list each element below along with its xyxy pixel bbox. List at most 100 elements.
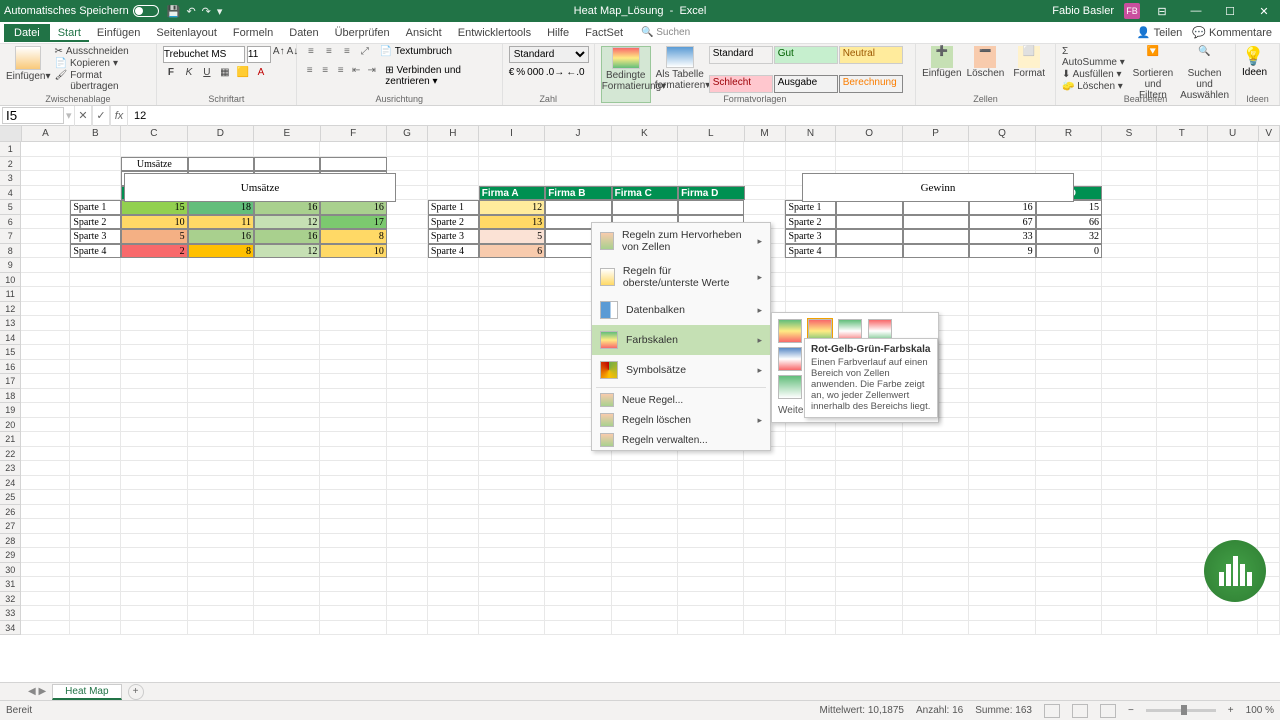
cell-U19[interactable]	[1208, 403, 1259, 418]
cell-A10[interactable]	[21, 273, 70, 288]
cell-T9[interactable]	[1157, 258, 1208, 273]
cell-V25[interactable]	[1258, 490, 1280, 505]
cell-I20[interactable]	[479, 418, 545, 433]
cell-F17[interactable]	[320, 374, 386, 389]
cell-G20[interactable]	[387, 418, 428, 433]
cell-V21[interactable]	[1258, 432, 1280, 447]
cell-V6[interactable]	[1258, 215, 1280, 230]
cell-L32[interactable]	[678, 592, 744, 607]
cell-A26[interactable]	[21, 505, 70, 520]
cell-E13[interactable]	[254, 316, 320, 331]
cell-T21[interactable]	[1157, 432, 1208, 447]
cell-N10[interactable]	[786, 273, 837, 288]
cell-V28[interactable]	[1258, 534, 1280, 549]
cell-U23[interactable]	[1208, 461, 1259, 476]
cell-H20[interactable]	[428, 418, 479, 433]
cell-U4[interactable]	[1208, 186, 1259, 201]
cell-E24[interactable]	[254, 476, 320, 491]
cell-D18[interactable]	[188, 389, 254, 404]
cell-L5[interactable]	[678, 200, 744, 215]
cell-C25[interactable]	[121, 490, 187, 505]
view-layout-icon[interactable]	[1072, 704, 1088, 718]
cell-O24[interactable]	[836, 476, 902, 491]
cell-I22[interactable]	[479, 447, 545, 462]
cell-I18[interactable]	[479, 389, 545, 404]
cell-P9[interactable]	[903, 258, 969, 273]
cell-O22[interactable]	[836, 447, 902, 462]
cell-G9[interactable]	[387, 258, 428, 273]
cell-I2[interactable]	[479, 157, 545, 172]
cell-A17[interactable]	[21, 374, 70, 389]
cell-P1[interactable]	[903, 142, 969, 157]
cell-Q13[interactable]	[969, 316, 1035, 331]
cell-S4[interactable]	[1102, 186, 1157, 201]
fill-button[interactable]: ⬇ Ausfüllen ▾	[1062, 69, 1126, 80]
cell-S30[interactable]	[1102, 563, 1157, 578]
cell-E31[interactable]	[254, 577, 320, 592]
cell-I21[interactable]	[479, 432, 545, 447]
cell-C34[interactable]	[121, 621, 187, 636]
cell-U27[interactable]	[1208, 519, 1259, 534]
style-standard[interactable]: Standard	[709, 46, 773, 64]
cell-O21[interactable]	[836, 432, 902, 447]
cell-M30[interactable]	[744, 563, 785, 578]
enter-fx-icon[interactable]: ✓	[92, 106, 110, 126]
cell-E28[interactable]	[254, 534, 320, 549]
cell-A2[interactable]	[21, 157, 70, 172]
cell-C19[interactable]	[121, 403, 187, 418]
save-icon[interactable]: 💾	[167, 5, 181, 18]
cell-D26[interactable]	[188, 505, 254, 520]
cell-Q34[interactable]	[969, 621, 1035, 636]
cell-J4[interactable]: Firma B	[545, 186, 611, 201]
cell-R2[interactable]	[1036, 157, 1102, 172]
cell-A4[interactable]	[21, 186, 70, 201]
style-berechnung[interactable]: Berechnung	[839, 75, 903, 93]
cell-F23[interactable]	[320, 461, 386, 476]
cell-H28[interactable]	[428, 534, 479, 549]
cell-P6[interactable]	[903, 215, 969, 230]
cell-R6[interactable]: 66	[1036, 215, 1102, 230]
cell-F13[interactable]	[320, 316, 386, 331]
cell-C14[interactable]	[121, 331, 187, 346]
cell-N6[interactable]: Sparte 2	[785, 215, 836, 230]
cell-N2[interactable]	[786, 157, 837, 172]
cell-J25[interactable]	[545, 490, 611, 505]
cell-Q30[interactable]	[969, 563, 1035, 578]
cell-T17[interactable]	[1157, 374, 1208, 389]
cell-B21[interactable]	[70, 432, 121, 447]
cell-F7[interactable]: 8	[320, 229, 386, 244]
cell-S22[interactable]	[1102, 447, 1157, 462]
style-schlecht[interactable]: Schlecht	[709, 75, 773, 93]
cell-U26[interactable]	[1208, 505, 1259, 520]
cell-G26[interactable]	[387, 505, 428, 520]
cell-V9[interactable]	[1258, 258, 1280, 273]
cell-A7[interactable]	[21, 229, 70, 244]
cell-S20[interactable]	[1102, 418, 1157, 433]
cell-T1[interactable]	[1157, 142, 1208, 157]
cell-Q18[interactable]	[969, 389, 1035, 404]
cell-Q29[interactable]	[969, 548, 1035, 563]
cell-D7[interactable]: 16	[188, 229, 254, 244]
cell-M28[interactable]	[744, 534, 785, 549]
cell-M3[interactable]	[744, 171, 785, 186]
cell-E32[interactable]	[254, 592, 320, 607]
scale-gyr[interactable]	[778, 319, 802, 343]
cell-S13[interactable]	[1102, 316, 1157, 331]
cell-J5[interactable]	[545, 200, 611, 215]
cell-B15[interactable]	[70, 345, 121, 360]
cell-F21[interactable]	[320, 432, 386, 447]
cell-H3[interactable]	[428, 171, 479, 186]
cell-D9[interactable]	[188, 258, 254, 273]
cell-V17[interactable]	[1258, 374, 1280, 389]
cell-F31[interactable]	[320, 577, 386, 592]
cell-T19[interactable]	[1157, 403, 1208, 418]
cell-I34[interactable]	[479, 621, 545, 636]
cell-P5[interactable]	[903, 200, 969, 215]
cell-J24[interactable]	[545, 476, 611, 491]
cell-R8[interactable]: 0	[1036, 244, 1102, 259]
cell-Q20[interactable]	[969, 418, 1035, 433]
zoom-value[interactable]: 100 %	[1246, 705, 1274, 716]
cell-S19[interactable]	[1102, 403, 1157, 418]
cell-N29[interactable]	[786, 548, 837, 563]
underline-button[interactable]: U	[199, 67, 215, 83]
